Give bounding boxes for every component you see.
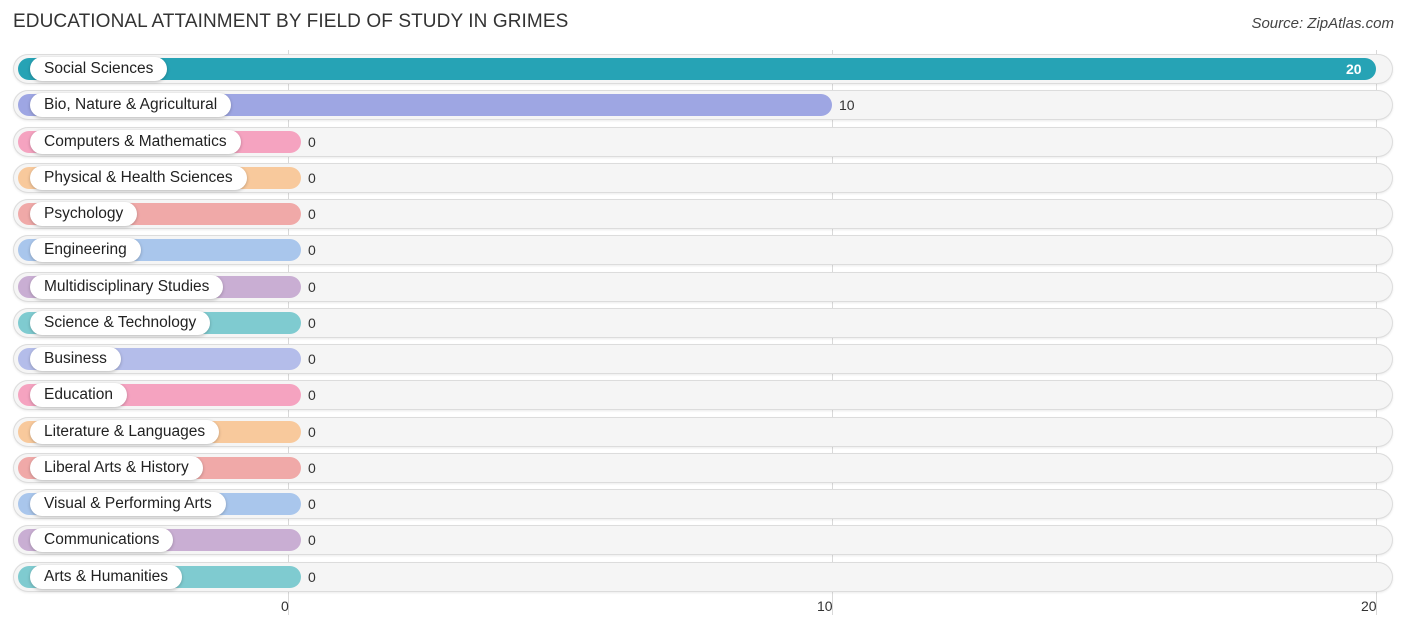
category-label: Physical & Health Sciences — [30, 166, 247, 190]
value-label: 0 — [308, 206, 316, 222]
category-label: Psychology — [30, 202, 138, 226]
value-label: 20 — [1346, 61, 1362, 77]
category-label: Computers & Mathematics — [30, 130, 241, 154]
value-label: 0 — [308, 351, 316, 367]
category-label: Science & Technology — [30, 311, 211, 335]
category-label: Visual & Performing Arts — [30, 492, 226, 516]
bar-chart: Social Sciences 20 Bio, Nature & Agricultu… — [0, 0, 1406, 631]
value-label: 0 — [308, 424, 316, 440]
value-label: 0 — [308, 496, 316, 512]
value-label: 0 — [308, 170, 316, 186]
bar[interactable] — [18, 58, 1376, 80]
category-label: Bio, Nature & Agricultural — [30, 93, 232, 117]
x-tick-label: 10 — [817, 598, 833, 614]
value-label: 0 — [308, 387, 316, 403]
category-label: Business — [30, 347, 121, 371]
value-label: 0 — [308, 134, 316, 150]
value-label: 0 — [308, 532, 316, 548]
value-label: 0 — [308, 315, 316, 331]
value-label: 0 — [308, 242, 316, 258]
value-label: 0 — [308, 279, 316, 295]
category-label: Literature & Languages — [30, 420, 220, 444]
x-tick-label: 20 — [1361, 598, 1377, 614]
value-label: 0 — [308, 460, 316, 476]
x-tick-label: 0 — [281, 598, 289, 614]
value-label: 10 — [839, 97, 855, 113]
category-label: Multidisciplinary Studies — [30, 275, 224, 299]
category-label: Education — [30, 383, 127, 407]
category-label: Arts & Humanities — [30, 565, 183, 589]
value-label: 0 — [308, 569, 316, 585]
category-label: Communications — [30, 528, 174, 552]
category-label: Liberal Arts & History — [30, 456, 203, 480]
category-label: Engineering — [30, 238, 141, 262]
category-label: Social Sciences — [30, 57, 168, 81]
